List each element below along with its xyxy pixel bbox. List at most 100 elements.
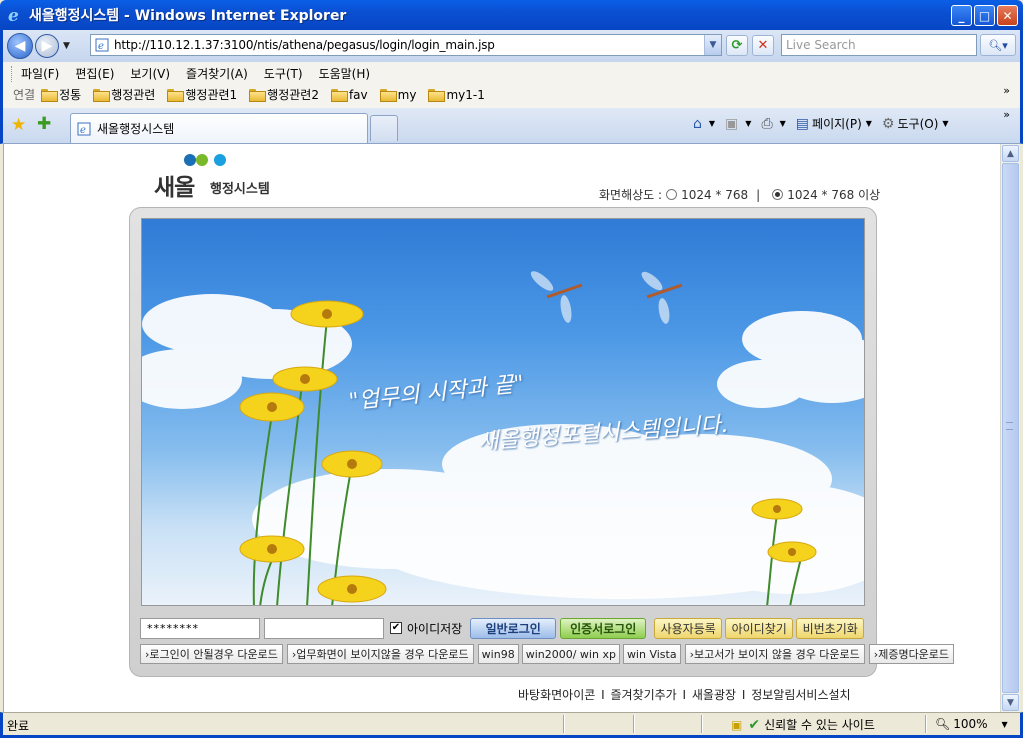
stop-button[interactable]: ✕	[752, 35, 774, 56]
status-bar: 완료 ▣ ✔ 신뢰할 수 있는 사이트 🔍︎ 100% ▼	[0, 712, 1023, 738]
link-item[interactable]: 행정관련	[93, 86, 155, 103]
password-input[interactable]	[264, 617, 384, 639]
page-icon: e	[77, 122, 91, 136]
menu-favorites[interactable]: 즐겨찾기(A)	[178, 65, 256, 82]
scroll-down-button[interactable]: ▼	[1002, 694, 1019, 711]
find-id-button[interactable]: 아이디찾기	[725, 617, 794, 639]
tab-active[interactable]: e 새올행정시스템	[70, 113, 368, 143]
banner-illustration	[142, 271, 864, 605]
resolution-radio-above-1024[interactable]	[772, 189, 784, 200]
address-bar[interactable]: e http://110.12.1.37:3100/ntis/athena/pe…	[90, 34, 722, 56]
address-dropdown-icon[interactable]: ▼	[704, 35, 721, 55]
command-bar: ⌂ ▼ ▣ ▼ ⎙ ▼ ▤ 페이지(P) ▼ ⚙ 도구(O) ▼	[693, 115, 959, 132]
page-icon: e	[95, 38, 109, 52]
back-button[interactable]: ◀	[7, 33, 33, 59]
svg-text:e: e	[8, 6, 19, 24]
forward-button[interactable]: ▶	[35, 34, 59, 58]
trust-zone-label: 신뢰할 수 있는 사이트	[764, 718, 875, 732]
address-url: http://110.12.1.37:3100/ntis/athena/pega…	[114, 38, 495, 52]
resolution-label: 화면해상도 :	[599, 188, 663, 202]
resolution-option-1: 1024 * 768	[681, 187, 749, 202]
favorites-star-icon[interactable]: ★	[11, 115, 26, 135]
folder-icon	[428, 89, 446, 102]
save-id-checkbox[interactable]: ✔ 아이디저장	[390, 620, 462, 637]
resolution-option-2: 1024 * 768 이상	[787, 188, 881, 202]
title-bar: e 새올행정시스템 - Windows Internet Explorer _ …	[0, 0, 1023, 30]
search-icon: 🔍︎	[988, 38, 1003, 52]
gear-icon: ⚙	[881, 115, 895, 132]
maximize-button[interactable]: □	[974, 5, 995, 26]
menu-file[interactable]: 파일(F)	[13, 65, 67, 82]
page-menu[interactable]: ▤ 페이지(P) ▼	[796, 115, 872, 132]
win98-download-button[interactable]: win98	[477, 644, 519, 664]
screen-fail-download-link[interactable]: › 업무화면이 보이지않을 경우 다운로드	[286, 644, 474, 664]
link-item[interactable]: 정통	[41, 86, 81, 103]
notification-install-link[interactable]: 정보알림서비스설치	[749, 688, 852, 702]
desktop-icon-link[interactable]: 바탕화면아이콘	[516, 688, 597, 702]
link-item[interactable]: 행정관련1	[167, 86, 237, 103]
tab-bar: ★ ✚ e 새올행정시스템 ⌂ ▼ ▣ ▼ ⎙ ▼ ▤ 페이지(P) ▼ ⚙ 도구(O) ▼ …	[0, 108, 1023, 144]
download-row: › 로그인이 안될경우 다운로드 › 업무화면이 보이지않을 경우 다운로드 win…	[140, 644, 958, 664]
tools-menu[interactable]: ⚙ 도구(O) ▼	[882, 115, 949, 132]
reset-password-button[interactable]: 비번초기화	[796, 617, 865, 639]
save-id-label: 아이디저장	[407, 621, 463, 636]
search-button[interactable]: 🔍︎ ▾	[980, 34, 1016, 56]
bottom-links: 바탕화면아이콘 I 즐겨찾기추가 I 새올광장 I 정보알림서비스설치	[516, 688, 852, 702]
zoom-control[interactable]: 🔍︎ 100% ▼	[935, 717, 1008, 731]
print-button[interactable]: ⎙ ▼	[761, 116, 785, 132]
link-item[interactable]: fav	[330, 88, 368, 102]
status-text: 완료	[7, 719, 30, 733]
resolution-radio-1024[interactable]	[666, 189, 678, 200]
history-dropdown-icon[interactable]: ▼	[63, 41, 70, 51]
login-fail-download-link[interactable]: › 로그인이 안될경우 다운로드	[140, 644, 283, 664]
scroll-grip-icon	[1006, 422, 1013, 430]
minimize-button[interactable]: _	[951, 5, 972, 26]
id-input[interactable]: ********	[140, 617, 260, 639]
toolbar-area: 파일(F) 편집(E) 보기(V) 즐겨찾기(A) 도구(T) 도움말(H) 연…	[0, 62, 1023, 108]
close-button[interactable]: ✕	[997, 5, 1018, 26]
report-fail-download-link[interactable]: › 보고서가 보이지 않을 경우 다운로드	[684, 644, 865, 664]
ie-logo-icon: e	[8, 6, 19, 24]
logo-dot	[196, 154, 208, 166]
refresh-button[interactable]: ⟳	[726, 35, 748, 56]
folder-icon	[379, 89, 397, 102]
command-chevron-icon[interactable]: »	[1003, 108, 1010, 121]
add-favorite-link[interactable]: 즐겨찾기추가	[608, 688, 678, 702]
zoom-level: 100%	[953, 717, 988, 731]
svg-text:e: e	[80, 125, 86, 136]
vertical-scrollbar[interactable]: ▲ ▼	[1000, 144, 1020, 712]
certificate-download-link[interactable]: › 제증명다운로드	[868, 644, 955, 664]
cert-login-button[interactable]: 인증서로그인	[560, 617, 647, 639]
folder-icon	[249, 89, 267, 102]
logo-dot	[184, 154, 196, 166]
links-bar: 연결 정통 행정관련 행정관련1 행정관련2 fav my my1-1	[13, 86, 497, 103]
normal-login-button[interactable]: 일반로그인	[470, 617, 557, 639]
links-chevron-icon[interactable]: »	[1003, 84, 1010, 97]
security-zone[interactable]: ▣ ✔ 신뢰할 수 있는 사이트	[731, 716, 875, 733]
resolution-selector: 화면해상도 : 1024 * 768 | 1024 * 768 이상	[599, 186, 880, 203]
page-menu-icon: ▤	[795, 115, 810, 132]
logo-subtitle: 행정시스템	[210, 182, 270, 197]
menu-help[interactable]: 도움말(H)	[311, 65, 379, 82]
link-item[interactable]: my1-1	[428, 88, 485, 102]
link-item[interactable]: 행정관련2	[249, 86, 319, 103]
main-banner: "업무의 시작과 끝" 새올행정포털시스템입니다.	[141, 218, 865, 606]
saeol-plaza-link[interactable]: 새올광장	[690, 688, 738, 702]
svg-text:e: e	[98, 41, 104, 52]
feeds-button[interactable]: ▣ ▼	[725, 116, 751, 132]
menu-tools[interactable]: 도구(T)	[256, 65, 311, 82]
link-item[interactable]: my	[379, 88, 416, 102]
win2000-download-button[interactable]: win2000/ win xp	[521, 644, 620, 664]
add-favorite-icon[interactable]: ✚	[37, 114, 51, 134]
register-user-button[interactable]: 사용자등록	[654, 617, 723, 639]
home-icon: ⌂	[693, 115, 702, 132]
scroll-up-button[interactable]: ▲	[1002, 145, 1019, 162]
check-icon: ✔	[748, 716, 761, 733]
vista-download-button[interactable]: win Vista	[622, 644, 681, 664]
home-button[interactable]: ⌂ ▼	[693, 116, 715, 132]
search-input[interactable]: Live Search	[781, 34, 977, 56]
menu-edit[interactable]: 편집(E)	[67, 65, 122, 82]
login-row: ******** ✔ 아이디저장 일반로그인 인증서로그인 사용자등록 아이디찾…	[140, 617, 865, 639]
new-tab-button[interactable]	[370, 115, 398, 141]
menu-view[interactable]: 보기(V)	[122, 65, 178, 82]
